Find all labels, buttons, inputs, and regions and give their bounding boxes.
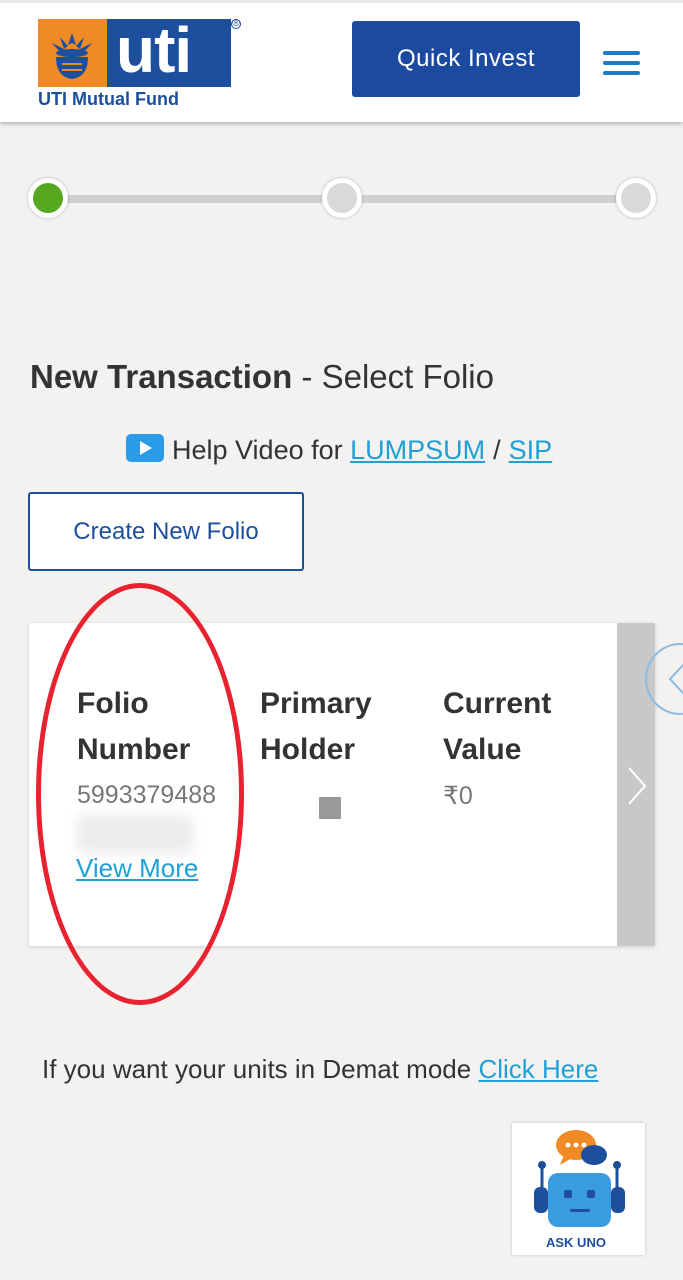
highlight-annotation-ellipse: [36, 583, 244, 1005]
registered-mark: ®: [231, 18, 241, 29]
demat-info-text: If you want your units in Demat mode: [42, 1054, 479, 1084]
app-header: uti ® UTI Mutual Fund Quick Invest: [0, 0, 683, 122]
page-title: New Transaction - Select Folio: [30, 358, 494, 396]
chevron-left-icon: [668, 663, 683, 695]
current-value-header-line1: Current: [443, 687, 552, 720]
help-separator: /: [493, 435, 501, 465]
page-title-sub: - Select Folio: [292, 358, 494, 395]
primary-holder-header-line2: Holder: [260, 733, 356, 766]
demat-info-row: If you want your units in Demat mode Cli…: [42, 1054, 598, 1085]
create-new-folio-button[interactable]: Create New Folio: [28, 492, 304, 571]
current-value-amount: ₹0: [443, 782, 473, 810]
step-1-indicator: [28, 178, 68, 218]
primary-holder-column: Primary Holder: [260, 681, 372, 773]
logo-kalash-icon: [38, 19, 107, 87]
help-video-label: Help Video for: [172, 435, 343, 465]
sip-video-link[interactable]: SIP: [509, 435, 553, 466]
help-video-row: Help Video for LUMPSUM / SIP: [126, 433, 553, 466]
ask-uno-label: ASK UNO: [546, 1235, 606, 1250]
robot-chat-icon: [534, 1130, 625, 1227]
hamburger-line: [603, 61, 640, 65]
page-title-main: New Transaction: [30, 358, 293, 395]
progress-stepper: [28, 178, 656, 220]
hamburger-line: [603, 51, 640, 55]
hamburger-menu-icon[interactable]: [603, 51, 640, 77]
current-value-header: Current Value: [443, 681, 551, 773]
hamburger-line: [603, 71, 640, 75]
demat-click-here-link[interactable]: Click Here: [478, 1054, 598, 1084]
ask-uno-chatbot-button[interactable]: ASK UNO: [512, 1123, 645, 1255]
logo-wordmark: uti: [116, 14, 192, 86]
holder-redacted-block: [319, 797, 341, 819]
chevron-right-icon: [628, 767, 647, 805]
current-value-column: Current Value ₹0: [443, 681, 551, 811]
lumpsum-video-link[interactable]: LUMPSUM: [350, 435, 485, 466]
logo-subtitle: UTI Mutual Fund: [38, 89, 179, 109]
step-3-indicator: [616, 178, 656, 218]
primary-holder-header: Primary Holder: [260, 681, 372, 773]
current-value-header-line2: Value: [443, 733, 522, 766]
video-play-icon[interactable]: [126, 433, 164, 462]
uti-logo[interactable]: uti ® UTI Mutual Fund: [38, 14, 243, 109]
primary-holder-header-line1: Primary: [260, 687, 372, 720]
logo-box: uti: [38, 14, 231, 87]
step-2-indicator: [322, 178, 362, 218]
quick-invest-button[interactable]: Quick Invest: [352, 21, 580, 97]
